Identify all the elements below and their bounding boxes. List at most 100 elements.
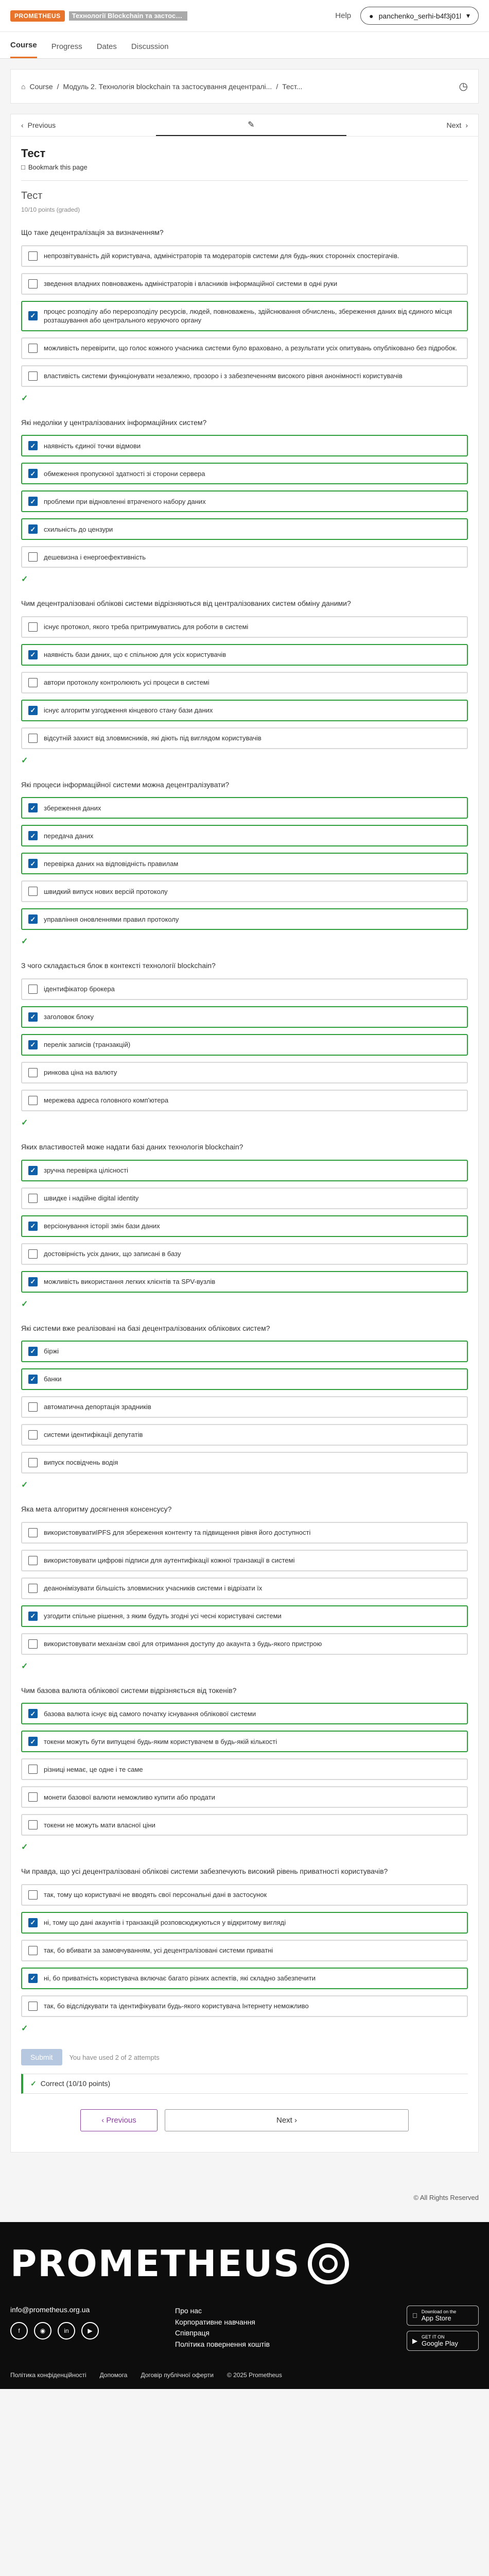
- logo[interactable]: PROMETHEUS Технології Blockchain та заст…: [10, 10, 187, 22]
- answer-option[interactable]: так, бо вбивати за замовчуванням, усі де…: [21, 1940, 468, 1962]
- checkbox[interactable]: [28, 1946, 38, 1956]
- submit-button[interactable]: Submit: [21, 2049, 62, 2066]
- answer-option[interactable]: системи ідентифікації депутатів: [21, 1424, 468, 1446]
- answer-option[interactable]: швидке і надійне digital identity: [21, 1187, 468, 1209]
- checkbox-checked[interactable]: ✓: [28, 441, 38, 451]
- sequence-next-button[interactable]: Next ›: [447, 121, 468, 129]
- answer-option[interactable]: ринкова ціна на валюту: [21, 1062, 468, 1084]
- checkbox-checked[interactable]: ✓: [28, 831, 38, 841]
- help-footer-link[interactable]: Допомога: [100, 2371, 128, 2379]
- prometheus-logo[interactable]: PROMETHEUS: [10, 10, 65, 22]
- tab-dates[interactable]: Dates: [97, 42, 117, 58]
- answer-option[interactable]: властивість системи функціонувати незале…: [21, 365, 468, 387]
- checkbox[interactable]: [28, 1458, 38, 1468]
- checkbox[interactable]: [28, 985, 38, 994]
- answer-option[interactable]: використовувати цифрові підписи для ауте…: [21, 1549, 468, 1571]
- checkbox-checked[interactable]: ✓: [28, 497, 38, 506]
- breadcrumb-course[interactable]: Course: [29, 82, 53, 91]
- checkbox-checked[interactable]: ✓: [28, 1375, 38, 1384]
- checkbox[interactable]: [28, 1402, 38, 1412]
- answer-option[interactable]: використовуватиIPFS для збереження конте…: [21, 1521, 468, 1544]
- footer-link-partnership[interactable]: Співпраця: [175, 2328, 407, 2339]
- answer-option[interactable]: ✓ проблеми при відновленні втраченого наб…: [21, 490, 468, 513]
- sequence-unit-tab[interactable]: ✎: [155, 114, 346, 136]
- offer-link[interactable]: Договір публічної оферти: [141, 2371, 213, 2379]
- checkbox-checked[interactable]: ✓: [28, 859, 38, 869]
- footer-link-refund[interactable]: Політика повернення коштів: [175, 2339, 407, 2350]
- answer-option[interactable]: непрозвітуваність дій користувача, адмін…: [21, 245, 468, 267]
- answer-option[interactable]: ✓ обмеження пропускної здатності зі сторо…: [21, 463, 468, 485]
- answer-option[interactable]: дешевизна і енергоефективність: [21, 546, 468, 568]
- answer-option[interactable]: ✓ збереження даних: [21, 797, 468, 819]
- checkbox[interactable]: [28, 1820, 38, 1830]
- checkbox-checked[interactable]: ✓: [28, 1277, 38, 1286]
- checkbox[interactable]: [28, 1068, 38, 1078]
- checkbox-checked[interactable]: ✓: [28, 524, 38, 534]
- google-play-badge[interactable]: ▶ GET IT ON Google Play: [407, 2331, 479, 2351]
- checkbox[interactable]: [28, 552, 38, 562]
- answer-option[interactable]: зведення владних повноважень адміністрат…: [21, 273, 468, 295]
- footer-logo[interactable]: PROMETHEUS: [10, 2243, 479, 2285]
- youtube-icon[interactable]: ▶: [81, 2322, 99, 2340]
- next-button[interactable]: Next ›: [165, 2109, 409, 2132]
- answer-option[interactable]: ідентифікатор брокера: [21, 978, 468, 1001]
- answer-option[interactable]: мережева адреса головного комп'ютера: [21, 1090, 468, 1112]
- answer-option[interactable]: ✓ версіонування історії змін бази даних: [21, 1215, 468, 1237]
- answer-option[interactable]: ✓ перевірка даних на відповідність правил…: [21, 853, 468, 875]
- checkbox[interactable]: [28, 622, 38, 632]
- checkbox[interactable]: [28, 1792, 38, 1802]
- answer-option[interactable]: ✓ базова валюта існує від самого початку …: [21, 1703, 468, 1725]
- checkbox-checked[interactable]: ✓: [28, 705, 38, 715]
- linkedin-icon[interactable]: in: [58, 2322, 75, 2340]
- instagram-icon[interactable]: ◉: [34, 2322, 51, 2340]
- checkbox[interactable]: [28, 1583, 38, 1593]
- answer-option[interactable]: ✓ можливість використання легких клієнтів…: [21, 1270, 468, 1293]
- checkbox[interactable]: [28, 677, 38, 687]
- answer-option[interactable]: ✓ токени можуть бути випущені будь-яким к…: [21, 1731, 468, 1753]
- checkbox-checked[interactable]: ✓: [28, 1709, 38, 1719]
- help-link[interactable]: Help: [335, 11, 351, 20]
- checkbox-checked[interactable]: ✓: [28, 1737, 38, 1747]
- sequence-previous-button[interactable]: ‹ Previous: [21, 121, 56, 129]
- answer-option[interactable]: ✓ біржі: [21, 1341, 468, 1363]
- answer-option[interactable]: ✓ зручна перевірка цілісності: [21, 1159, 468, 1181]
- answer-option[interactable]: ✓ передача даних: [21, 825, 468, 847]
- tab-progress[interactable]: Progress: [51, 42, 82, 58]
- answer-option[interactable]: достовірність усіх даних, що записані в …: [21, 1243, 468, 1265]
- answer-option[interactable]: так, бо відслідкувати та ідентифікувати …: [21, 1995, 468, 2018]
- answer-option[interactable]: ✓ ні, бо приватність користувача включає …: [21, 1968, 468, 1990]
- answer-option[interactable]: відсутній захист від зловмисників, які д…: [21, 727, 468, 749]
- answer-option[interactable]: випуск посвідчень водія: [21, 1452, 468, 1474]
- footer-link-about[interactable]: Про нас: [175, 2306, 407, 2317]
- breadcrumb-module[interactable]: Модуль 2. Технологія blockchain та засто…: [63, 82, 272, 91]
- answer-option[interactable]: різниці немає, це одне і те саме: [21, 1758, 468, 1781]
- checkbox[interactable]: [28, 1249, 38, 1259]
- answer-option[interactable]: так, тому що користувачі не вводять свої…: [21, 1884, 468, 1906]
- user-menu[interactable]: ● panchenko_serhi-b4f3j01l ▾: [360, 7, 479, 25]
- checkbox[interactable]: [28, 343, 38, 353]
- answer-option[interactable]: ✓ банки: [21, 1368, 468, 1391]
- answer-option[interactable]: токени не можуть мати власної ціни: [21, 1814, 468, 1836]
- answer-option[interactable]: ✓ схильність до цензури: [21, 518, 468, 540]
- answer-option[interactable]: ✓ узгодити спільне рішення, з яким будуть…: [21, 1605, 468, 1627]
- app-store-badge[interactable]:  Download on theApp Store: [407, 2306, 479, 2326]
- answer-option[interactable]: ✓ ні, тому що дані акаунтів і транзакцій …: [21, 1912, 468, 1934]
- checkbox-checked[interactable]: ✓: [28, 803, 38, 813]
- checkbox[interactable]: [28, 1890, 38, 1900]
- tab-course[interactable]: Course: [10, 41, 37, 58]
- answer-option[interactable]: деанонімізувати більшість зловмисних уча…: [21, 1577, 468, 1599]
- tab-discussion[interactable]: Discussion: [131, 42, 169, 58]
- facebook-icon[interactable]: f: [10, 2322, 28, 2340]
- previous-button[interactable]: ‹ Previous: [80, 2109, 158, 2132]
- checkbox[interactable]: [28, 2002, 38, 2011]
- checkbox-checked[interactable]: ✓: [28, 311, 38, 321]
- checkbox[interactable]: [28, 1765, 38, 1774]
- answer-option[interactable]: можливість перевірити, що голос кожного …: [21, 337, 468, 359]
- answer-option[interactable]: швидкий випуск нових версій протоколу: [21, 880, 468, 903]
- checkbox-checked[interactable]: ✓: [28, 1974, 38, 1984]
- checkbox[interactable]: [28, 733, 38, 743]
- checkbox-checked[interactable]: ✓: [28, 1918, 38, 1928]
- checkbox[interactable]: [28, 887, 38, 896]
- answer-option[interactable]: ✓ перелік записів (транзакцій): [21, 1034, 468, 1056]
- checkbox[interactable]: [28, 1528, 38, 1537]
